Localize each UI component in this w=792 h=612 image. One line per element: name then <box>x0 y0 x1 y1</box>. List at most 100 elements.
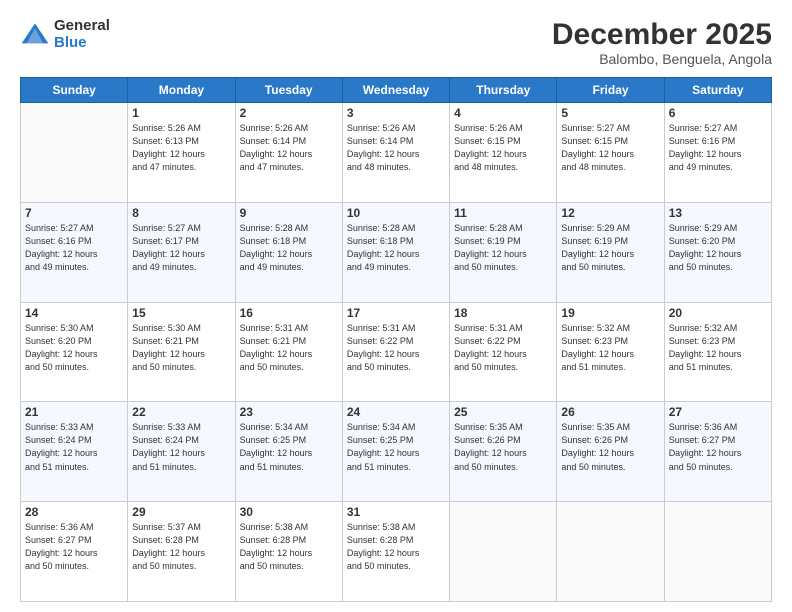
calendar-day-24: 24 Sunrise: 5:34 AM Sunset: 6:25 PM Dayli… <box>342 402 449 502</box>
day-info: Sunrise: 5:38 AM Sunset: 6:28 PM Dayligh… <box>240 521 338 573</box>
calendar-day-14: 14 Sunrise: 5:30 AM Sunset: 6:20 PM Dayli… <box>21 302 128 402</box>
calendar-day-15: 15 Sunrise: 5:30 AM Sunset: 6:21 PM Dayli… <box>128 302 235 402</box>
day-info: Sunrise: 5:27 AM Sunset: 6:16 PM Dayligh… <box>669 122 767 174</box>
day-info: Sunrise: 5:37 AM Sunset: 6:28 PM Dayligh… <box>132 521 230 573</box>
day-info: Sunrise: 5:30 AM Sunset: 6:20 PM Dayligh… <box>25 322 123 374</box>
calendar-day-30: 30Sunrise: 5:38 AM Sunset: 6:28 PM Dayli… <box>235 502 342 602</box>
day-info: Sunrise: 5:26 AM Sunset: 6:14 PM Dayligh… <box>347 122 445 174</box>
day-info: Sunrise: 5:33 AM Sunset: 6:24 PM Dayligh… <box>25 421 123 473</box>
day-number: 18 <box>454 306 552 320</box>
day-number: 27 <box>669 405 767 419</box>
calendar-header-row: SundayMondayTuesdayWednesdayThursdayFrid… <box>21 78 772 103</box>
calendar-day-8: 8 Sunrise: 5:27 AM Sunset: 6:17 PM Daylig… <box>128 202 235 302</box>
calendar-day-4: 4 Sunrise: 5:26 AM Sunset: 6:15 PM Daylig… <box>450 103 557 203</box>
calendar-day-31: 31Sunrise: 5:38 AM Sunset: 6:28 PM Dayli… <box>342 502 449 602</box>
calendar-day-22: 22Sunrise: 5:33 AM Sunset: 6:24 PM Dayli… <box>128 402 235 502</box>
day-header-monday: Monday <box>128 78 235 103</box>
day-number: 21 <box>25 405 123 419</box>
calendar-day-12: 12 Sunrise: 5:29 AM Sunset: 6:19 PM Dayli… <box>557 202 664 302</box>
calendar-day-23: 23 Sunrise: 5:34 AM Sunset: 6:25 PM Dayli… <box>235 402 342 502</box>
day-number: 26 <box>561 405 659 419</box>
day-number: 12 <box>561 206 659 220</box>
calendar-day-2: 2Sunrise: 5:26 AM Sunset: 6:14 PM Daylig… <box>235 103 342 203</box>
day-number: 31 <box>347 505 445 519</box>
day-number: 4 <box>454 106 552 120</box>
calendar-week-row: 21 Sunrise: 5:33 AM Sunset: 6:24 PM Dayli… <box>21 402 772 502</box>
day-number: 15 <box>132 306 230 320</box>
day-number: 5 <box>561 106 659 120</box>
day-info: Sunrise: 5:27 AM Sunset: 6:16 PM Dayligh… <box>25 222 123 274</box>
day-number: 25 <box>454 405 552 419</box>
calendar-day-20: 20 Sunrise: 5:32 AM Sunset: 6:23 PM Dayli… <box>664 302 771 402</box>
day-info: Sunrise: 5:34 AM Sunset: 6:25 PM Dayligh… <box>240 421 338 473</box>
logo-general: General <box>54 17 110 34</box>
calendar-empty-cell <box>21 103 128 203</box>
day-info: Sunrise: 5:26 AM Sunset: 6:15 PM Dayligh… <box>454 122 552 174</box>
day-info: Sunrise: 5:26 AM Sunset: 6:14 PM Dayligh… <box>240 122 338 174</box>
calendar-day-17: 17 Sunrise: 5:31 AM Sunset: 6:22 PM Dayli… <box>342 302 449 402</box>
calendar-day-29: 29Sunrise: 5:37 AM Sunset: 6:28 PM Dayli… <box>128 502 235 602</box>
day-info: Sunrise: 5:33 AM Sunset: 6:24 PM Dayligh… <box>132 421 230 473</box>
day-number: 17 <box>347 306 445 320</box>
calendar-day-9: 9 Sunrise: 5:28 AM Sunset: 6:18 PM Daylig… <box>235 202 342 302</box>
day-info: Sunrise: 5:36 AM Sunset: 6:27 PM Dayligh… <box>25 521 123 573</box>
day-number: 11 <box>454 206 552 220</box>
day-info: Sunrise: 5:31 AM Sunset: 6:22 PM Dayligh… <box>454 322 552 374</box>
day-number: 23 <box>240 405 338 419</box>
day-header-wednesday: Wednesday <box>342 78 449 103</box>
calendar-day-18: 18 Sunrise: 5:31 AM Sunset: 6:22 PM Dayli… <box>450 302 557 402</box>
calendar-week-row: 1 Sunrise: 5:26 AM Sunset: 6:13 PM Daylig… <box>21 103 772 203</box>
calendar-day-26: 26Sunrise: 5:35 AM Sunset: 6:26 PM Dayli… <box>557 402 664 502</box>
day-info: Sunrise: 5:26 AM Sunset: 6:13 PM Dayligh… <box>132 122 230 174</box>
logo-blue: Blue <box>54 34 87 51</box>
day-info: Sunrise: 5:36 AM Sunset: 6:27 PM Dayligh… <box>669 421 767 473</box>
day-info: Sunrise: 5:32 AM Sunset: 6:23 PM Dayligh… <box>669 322 767 374</box>
day-info: Sunrise: 5:28 AM Sunset: 6:18 PM Dayligh… <box>240 222 338 274</box>
day-number: 8 <box>132 206 230 220</box>
day-info: Sunrise: 5:31 AM Sunset: 6:22 PM Dayligh… <box>347 322 445 374</box>
calendar-day-16: 16Sunrise: 5:31 AM Sunset: 6:21 PM Dayli… <box>235 302 342 402</box>
calendar-empty-cell <box>664 502 771 602</box>
day-number: 6 <box>669 106 767 120</box>
calendar-day-3: 3 Sunrise: 5:26 AM Sunset: 6:14 PM Daylig… <box>342 103 449 203</box>
calendar-day-19: 19 Sunrise: 5:32 AM Sunset: 6:23 PM Dayli… <box>557 302 664 402</box>
day-number: 7 <box>25 206 123 220</box>
day-header-saturday: Saturday <box>664 78 771 103</box>
day-number: 13 <box>669 206 767 220</box>
calendar-table: SundayMondayTuesdayWednesdayThursdayFrid… <box>20 77 772 602</box>
day-info: Sunrise: 5:30 AM Sunset: 6:21 PM Dayligh… <box>132 322 230 374</box>
title-block: December 2025 Balombo, Benguela, Angola <box>552 18 772 67</box>
calendar-week-row: 28 Sunrise: 5:36 AM Sunset: 6:27 PM Dayli… <box>21 502 772 602</box>
day-number: 20 <box>669 306 767 320</box>
day-info: Sunrise: 5:29 AM Sunset: 6:19 PM Dayligh… <box>561 222 659 274</box>
calendar-week-row: 14 Sunrise: 5:30 AM Sunset: 6:20 PM Dayli… <box>21 302 772 402</box>
calendar-day-11: 11 Sunrise: 5:28 AM Sunset: 6:19 PM Dayli… <box>450 202 557 302</box>
day-number: 19 <box>561 306 659 320</box>
day-info: Sunrise: 5:32 AM Sunset: 6:23 PM Dayligh… <box>561 322 659 374</box>
calendar-day-27: 27 Sunrise: 5:36 AM Sunset: 6:27 PM Dayli… <box>664 402 771 502</box>
logo-icon <box>20 20 50 50</box>
day-number: 24 <box>347 405 445 419</box>
calendar-day-25: 25 Sunrise: 5:35 AM Sunset: 6:26 PM Dayli… <box>450 402 557 502</box>
day-header-friday: Friday <box>557 78 664 103</box>
day-header-sunday: Sunday <box>21 78 128 103</box>
day-number: 3 <box>347 106 445 120</box>
day-info: Sunrise: 5:34 AM Sunset: 6:25 PM Dayligh… <box>347 421 445 473</box>
day-info: Sunrise: 5:35 AM Sunset: 6:26 PM Dayligh… <box>454 421 552 473</box>
day-number: 1 <box>132 106 230 120</box>
day-number: 16 <box>240 306 338 320</box>
day-number: 14 <box>25 306 123 320</box>
calendar-day-6: 6 Sunrise: 5:27 AM Sunset: 6:16 PM Daylig… <box>664 103 771 203</box>
calendar-empty-cell <box>557 502 664 602</box>
calendar-day-13: 13Sunrise: 5:29 AM Sunset: 6:20 PM Dayli… <box>664 202 771 302</box>
logo: General Blue <box>20 18 110 51</box>
calendar-day-10: 10 Sunrise: 5:28 AM Sunset: 6:18 PM Dayli… <box>342 202 449 302</box>
day-info: Sunrise: 5:28 AM Sunset: 6:19 PM Dayligh… <box>454 222 552 274</box>
logo-text: General Blue <box>54 18 110 51</box>
day-info: Sunrise: 5:27 AM Sunset: 6:17 PM Dayligh… <box>132 222 230 274</box>
day-info: Sunrise: 5:28 AM Sunset: 6:18 PM Dayligh… <box>347 222 445 274</box>
day-number: 10 <box>347 206 445 220</box>
day-number: 28 <box>25 505 123 519</box>
header: General Blue December 2025 Balombo, Beng… <box>20 18 772 67</box>
day-number: 9 <box>240 206 338 220</box>
